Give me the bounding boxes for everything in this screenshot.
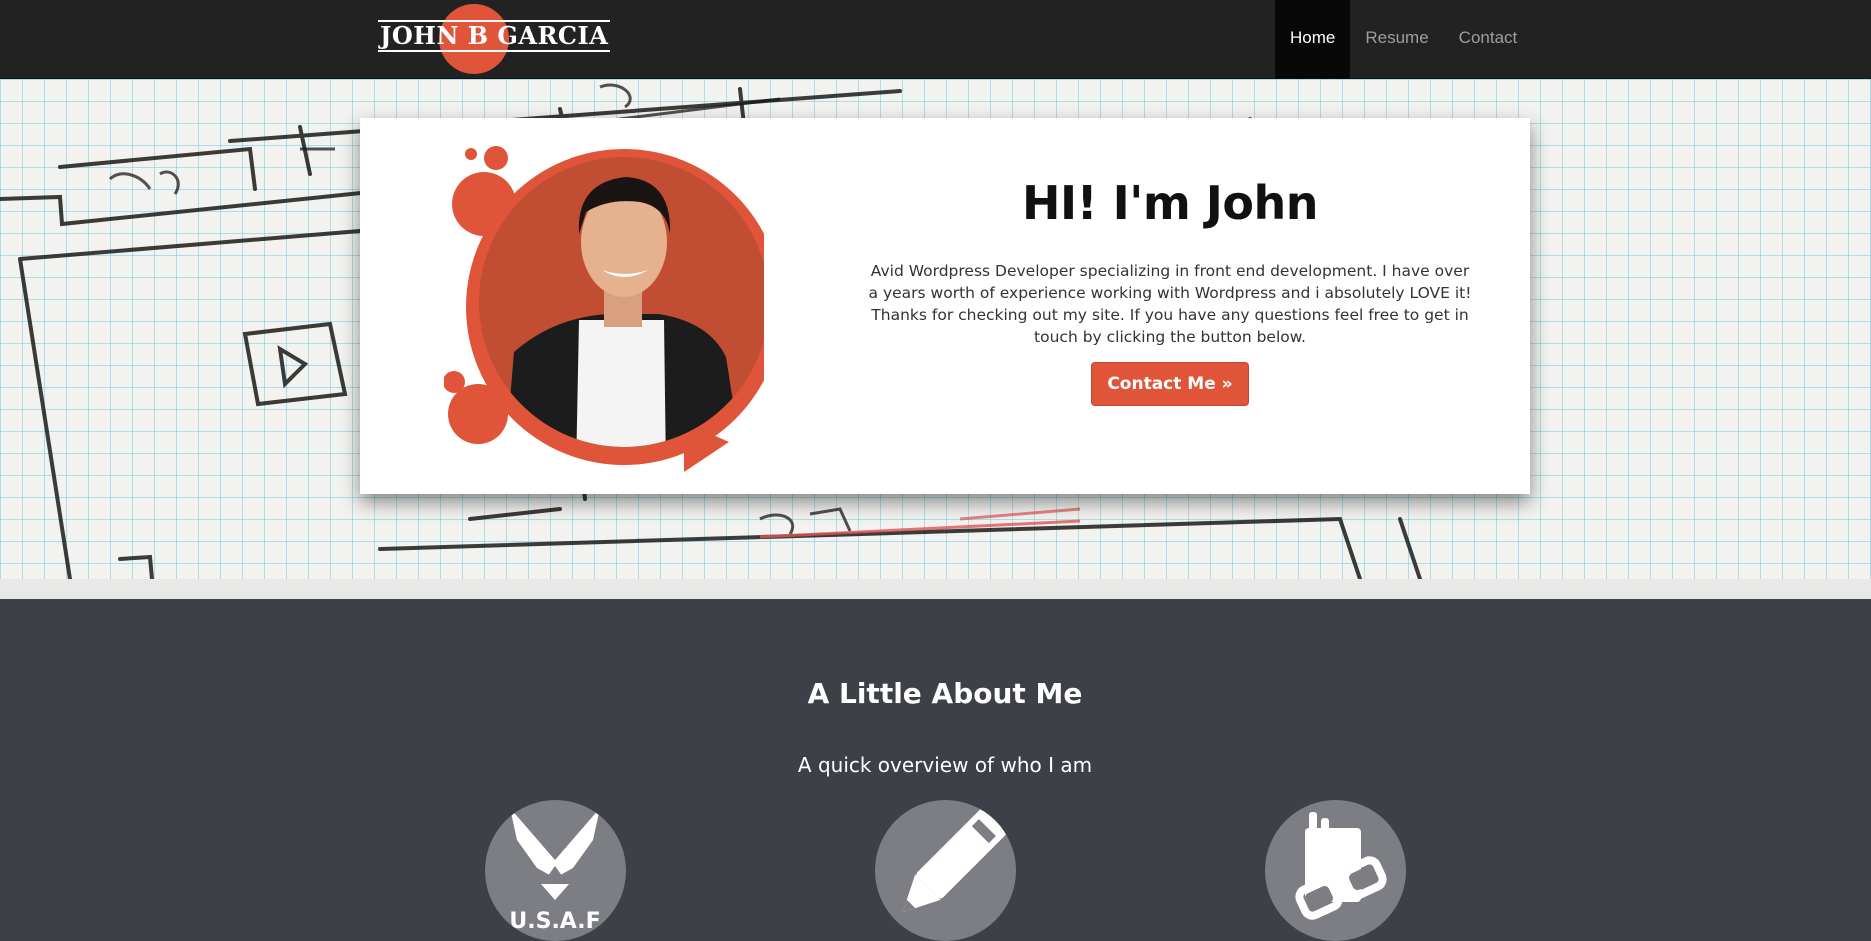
intro-card: HI! I'm John Avid Wordpress Developer sp… (360, 118, 1530, 494)
feature-pencil (875, 800, 1016, 941)
about-subtitle: A quick overview of who I am (797, 753, 1093, 777)
hero-title: HI! I'm John (1022, 176, 1318, 230)
main-nav: Home Resume Contact (1275, 0, 1532, 79)
nav-item-home[interactable]: Home (1275, 0, 1351, 79)
feature-usaf: U.S.A.F (485, 800, 626, 941)
brand-logo[interactable]: JOHN B GARCIA (376, 0, 611, 79)
navbar: JOHN B GARCIA Home Resume Contact (0, 0, 1871, 79)
about-section: A Little About Me A quick overview of wh… (0, 599, 1871, 941)
about-title: A Little About Me (807, 677, 1083, 710)
feature-glasses (1265, 800, 1406, 941)
pencil-icon (902, 807, 1008, 913)
contact-me-button[interactable]: Contact Me » (1091, 362, 1249, 406)
nav-item-resume[interactable]: Resume (1350, 0, 1443, 79)
profile-avatar (444, 146, 764, 472)
hero-description: Avid Wordpress Developer specializing in… (868, 262, 1472, 346)
glasses-pocket-icon (1295, 812, 1387, 920)
hero-bottom-strip (0, 579, 1871, 599)
usaf-label: U.S.A.F (509, 909, 600, 934)
usaf-wings-icon: U.S.A.F (509, 808, 601, 934)
intro-text: HI! I'm John Avid Wordpress Developer sp… (860, 176, 1480, 406)
brand-name: JOHN B GARCIA (378, 20, 611, 52)
nav-item-contact[interactable]: Contact (1444, 0, 1533, 79)
hero-section: HI! I'm John Avid Wordpress Developer sp… (0, 79, 1871, 579)
